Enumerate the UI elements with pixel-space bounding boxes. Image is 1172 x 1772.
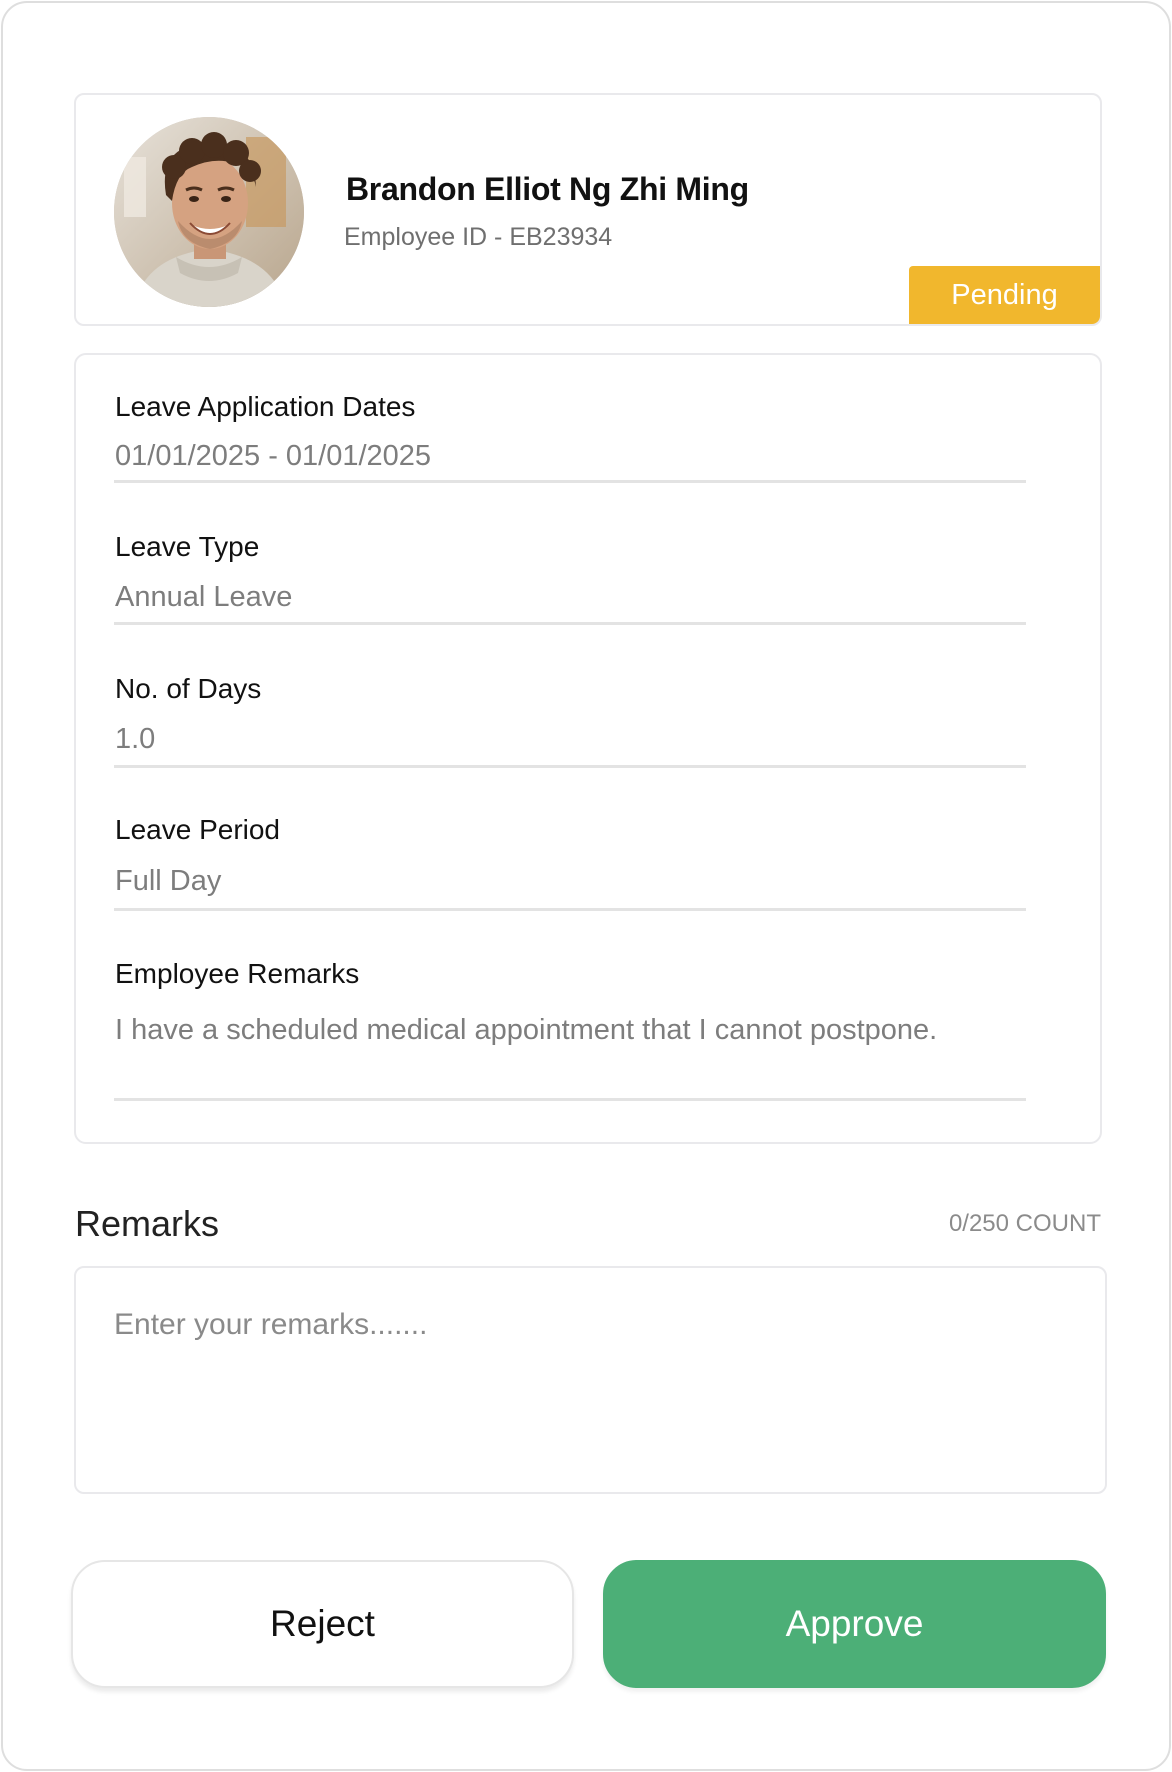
field-value: 01/01/2025 - 01/01/2025 bbox=[115, 440, 432, 472]
approve-button[interactable]: Approve bbox=[603, 1560, 1106, 1688]
field-label: Leave Period bbox=[115, 814, 281, 845]
status-badge: Pending bbox=[909, 266, 1100, 324]
field-label: Employee Remarks bbox=[115, 958, 360, 989]
field-label: No. of Days bbox=[115, 673, 262, 704]
leave-approval-panel: Brandon Elliot Ng Zhi Ming Employee ID -… bbox=[1, 1, 1171, 1771]
remarks-char-count: 0/250 COUNT bbox=[948, 1210, 1101, 1237]
field-leave-dates: Leave Application Dates 01/01/2025 - 01/… bbox=[114, 355, 1026, 483]
field-no-of-days: No. of Days 1.0 bbox=[114, 625, 1026, 768]
employee-id: Employee ID - EB23934 bbox=[344, 223, 613, 251]
field-value: Annual Leave bbox=[115, 581, 293, 613]
field-label: Leave Application Dates bbox=[115, 391, 416, 422]
remarks-input[interactable] bbox=[74, 1266, 1107, 1494]
employee-name: Brandon Elliot Ng Zhi Ming bbox=[346, 171, 749, 207]
field-value: 1.0 bbox=[115, 723, 156, 755]
remarks-title: Remarks bbox=[75, 1203, 220, 1244]
reject-button[interactable]: Reject bbox=[71, 1560, 574, 1688]
field-leave-type: Leave Type Annual Leave bbox=[114, 483, 1026, 625]
avatar-image bbox=[114, 117, 304, 307]
employee-card: Brandon Elliot Ng Zhi Ming Employee ID -… bbox=[74, 93, 1102, 326]
field-employee-remarks: Employee Remarks I have a scheduled medi… bbox=[114, 911, 1026, 1101]
field-label: Leave Type bbox=[115, 531, 260, 562]
field-value: I have a scheduled medical appointment t… bbox=[115, 1014, 938, 1046]
field-leave-period: Leave Period Full Day bbox=[114, 768, 1026, 911]
leave-details-card: Leave Application Dates 01/01/2025 - 01/… bbox=[74, 353, 1102, 1144]
field-value: Full Day bbox=[115, 865, 222, 897]
avatar bbox=[114, 117, 304, 307]
